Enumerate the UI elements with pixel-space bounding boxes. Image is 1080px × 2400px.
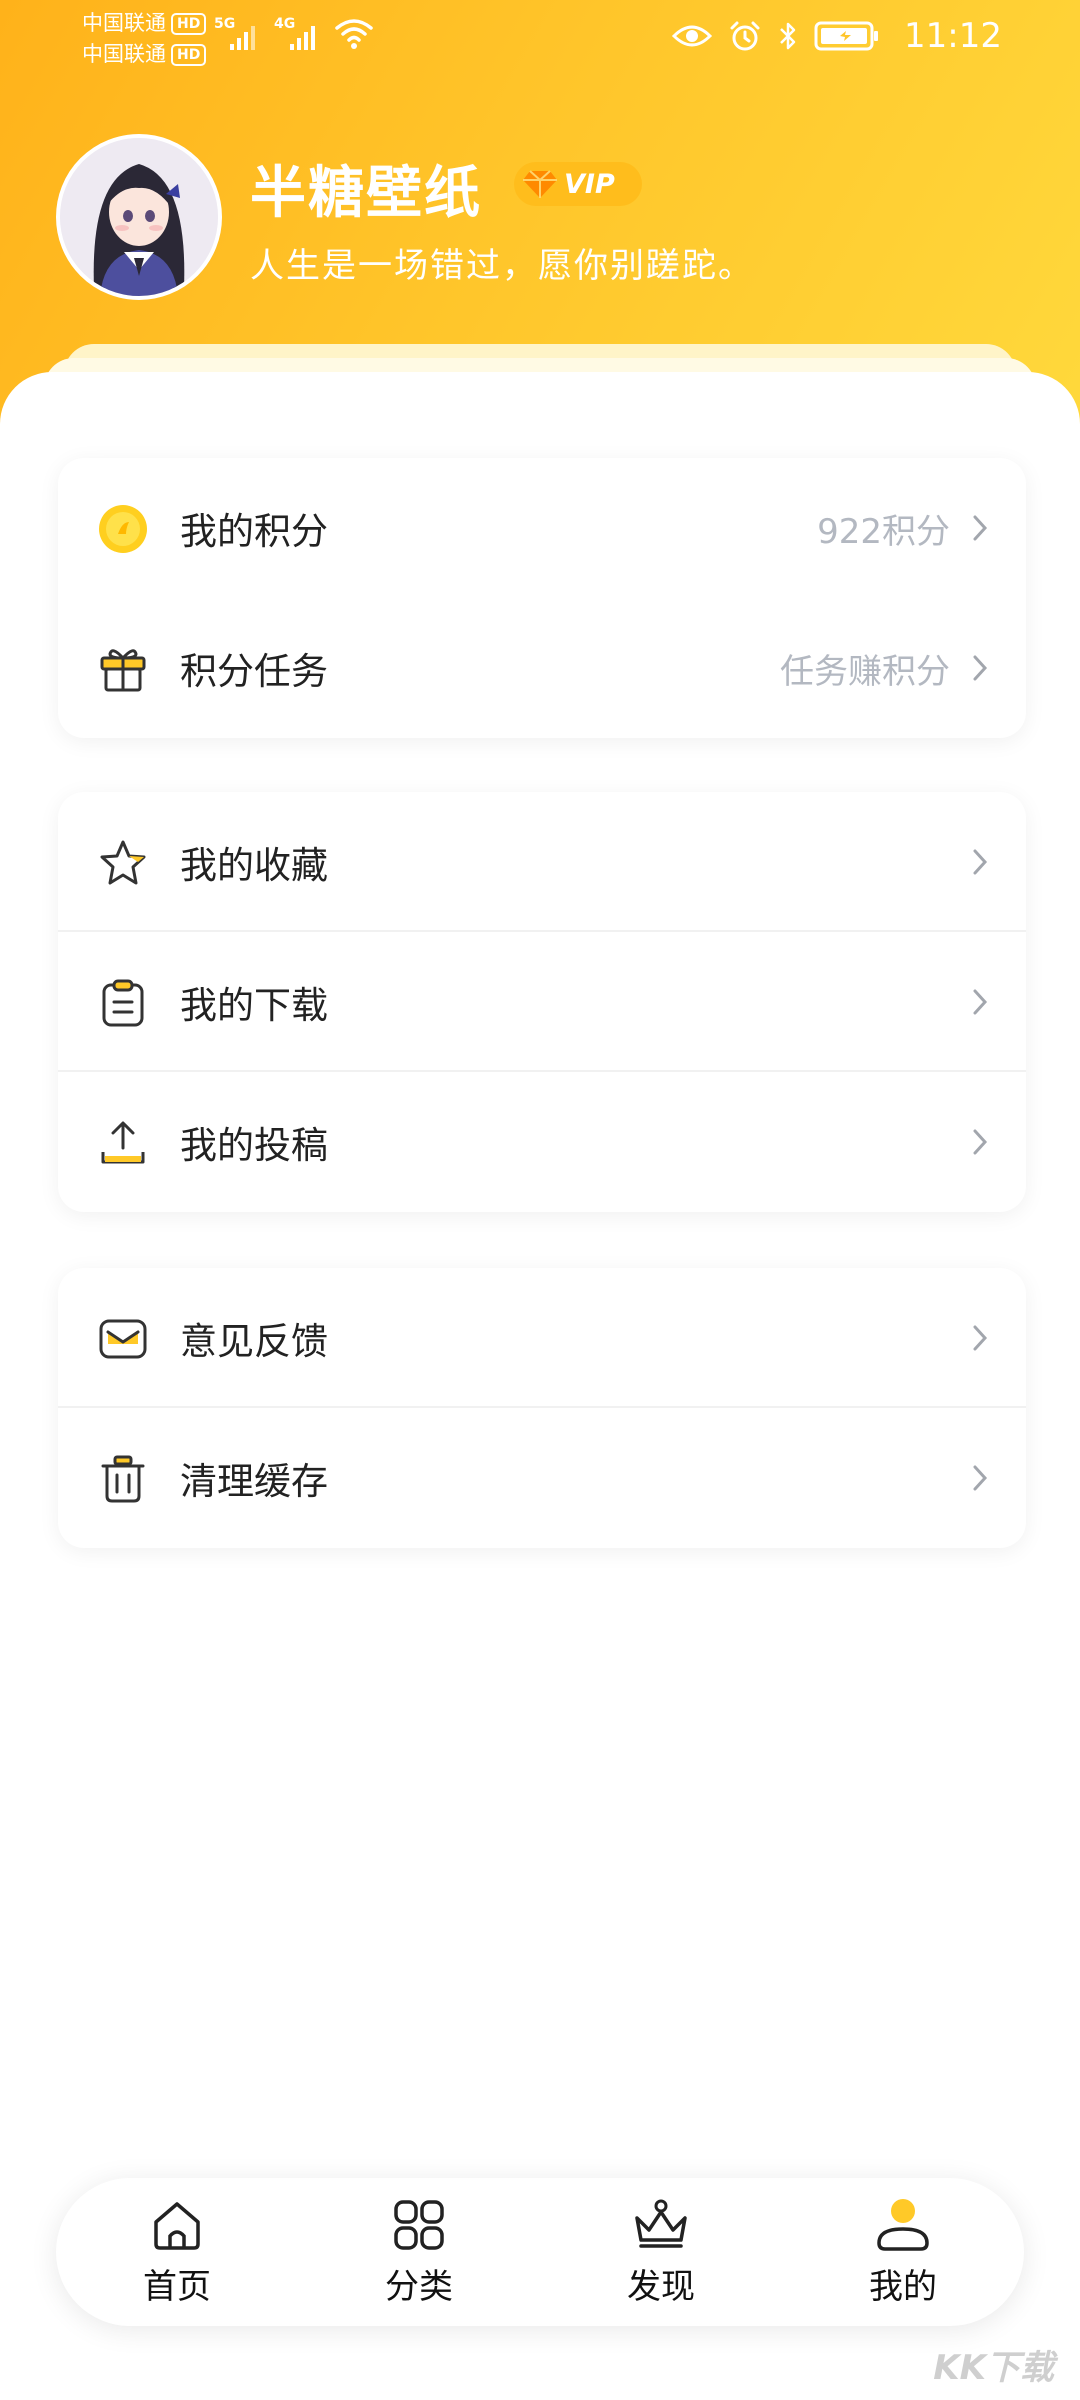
vip-label: VIP: [564, 168, 615, 200]
points-value: 922积分: [817, 511, 950, 552]
avatar-illustration: [60, 138, 218, 296]
signal-icon: [230, 26, 255, 50]
carrier-info: 中国联通 HD 中国联通 HD: [82, 8, 207, 70]
nav-label: 首页: [143, 2266, 211, 2307]
nav-label: 发现: [627, 2266, 695, 2307]
avatar[interactable]: [56, 134, 222, 300]
upload-icon: [98, 1118, 148, 1168]
menu-item-points-tasks[interactable]: 积分任务 任务赚积分: [58, 598, 1026, 738]
carrier-1-label: 中国联通: [82, 11, 166, 35]
chevron-right-icon: [973, 989, 988, 1015]
nav-item-mine[interactable]: 我的: [823, 2197, 983, 2308]
watermark: KK下载: [933, 2348, 1054, 2388]
coin-icon: [98, 504, 148, 554]
menu-item-label: 积分任务: [180, 650, 328, 693]
menu-item-submissions[interactable]: 我的投稿: [58, 1072, 1026, 1212]
mail-icon: [98, 1314, 148, 1364]
bottom-navigation: 首页 分类 发现 我的: [56, 2178, 1024, 2326]
menu-item-label: 我的收藏: [180, 844, 328, 887]
hd-badge: HD: [171, 13, 207, 35]
points-card: 我的积分 922积分 积分任务 任务赚积分: [58, 458, 1026, 738]
nav-item-categories[interactable]: 分类: [339, 2197, 499, 2308]
nav-item-discover[interactable]: 发现: [581, 2197, 741, 2308]
crown-icon: [633, 2197, 689, 2253]
settings-card: 意见反馈 清理缓存: [58, 1268, 1026, 1548]
menu-item-label: 我的下载: [180, 984, 328, 1027]
menu-item-downloads[interactable]: 我的下载: [58, 932, 1026, 1072]
content-card: 我的收藏 我的下载 我的投稿: [58, 792, 1026, 1212]
hd-badge: HD: [171, 44, 207, 66]
menu-item-my-points[interactable]: 我的积分 922积分: [58, 458, 1026, 598]
menu-item-favorites[interactable]: 我的收藏: [58, 792, 1026, 932]
menu-item-feedback[interactable]: 意见反馈: [58, 1268, 1026, 1408]
menu-item-label: 意见反馈: [180, 1320, 328, 1363]
status-right-group: 11:12: [672, 14, 1002, 58]
carrier-2-label: 中国联通: [82, 42, 166, 66]
chevron-right-icon: [973, 849, 988, 875]
chevron-right-icon: [973, 1325, 988, 1351]
user-name: 半糖壁纸: [250, 161, 482, 226]
wifi-icon: [335, 19, 373, 49]
diamond-icon: [523, 170, 557, 198]
person-icon: [875, 2197, 931, 2253]
menu-item-label: 清理缓存: [180, 1460, 328, 1503]
eye-icon: [672, 25, 713, 47]
chevron-right-icon: [973, 1465, 988, 1491]
home-icon: [149, 2197, 205, 2253]
trash-icon: [98, 1454, 148, 1504]
grid-icon: [391, 2197, 447, 2253]
alarm-icon: [730, 21, 760, 51]
bluetooth-icon: [780, 22, 796, 50]
signal-icon: [290, 26, 315, 50]
tasks-value: 任务赚积分: [780, 651, 950, 692]
clipboard-icon: [98, 978, 148, 1028]
chevron-right-icon: [973, 515, 988, 541]
status-time: 11:12: [904, 16, 1002, 56]
menu-item-clear-cache[interactable]: 清理缓存: [58, 1408, 1026, 1548]
chevron-right-icon: [973, 655, 988, 681]
battery-icon: [814, 21, 879, 51]
menu-item-label: 我的投稿: [180, 1124, 328, 1167]
nav-label: 分类: [385, 2266, 453, 2307]
star-icon: [98, 838, 148, 888]
status-bar: 中国联通 HD 中国联通 HD 5G 4G 11:12: [0, 0, 1080, 80]
nav-label: 我的: [869, 2266, 937, 2307]
chevron-right-icon: [973, 1129, 988, 1155]
user-motto: 人生是一场错过，愿你别蹉跎。: [250, 246, 754, 286]
menu-item-label: 我的积分: [180, 510, 328, 553]
vip-badge: VIP: [514, 162, 642, 206]
gift-icon: [98, 644, 148, 694]
nav-item-home[interactable]: 首页: [97, 2197, 257, 2308]
